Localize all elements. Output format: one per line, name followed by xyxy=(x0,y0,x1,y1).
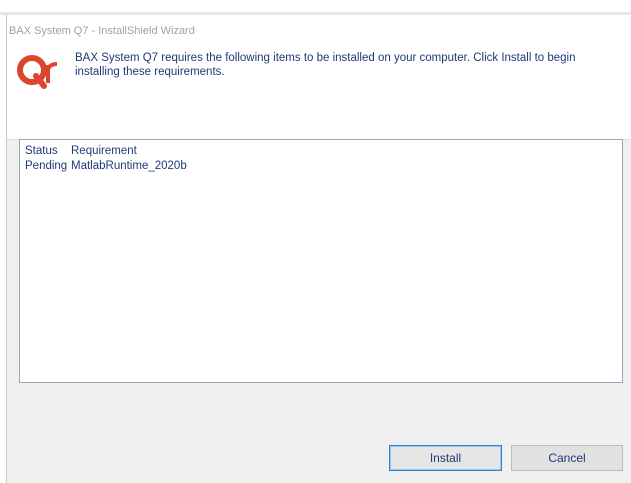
column-header-status: Status xyxy=(25,145,58,157)
requirements-list[interactable]: Status Requirement Pending MatlabRuntime… xyxy=(19,139,623,383)
background-strip xyxy=(0,0,631,12)
column-header-requirement: Requirement xyxy=(71,145,137,157)
item-requirement: MatlabRuntime_2020b xyxy=(71,160,187,172)
installshield-wizard-window: BAX System Q7 - InstallShield Wizard BAX… xyxy=(7,15,631,483)
install-button[interactable]: Install xyxy=(389,445,502,471)
qt-logo-icon xyxy=(17,55,58,89)
title-bar[interactable]: BAX System Q7 - InstallShield Wizard xyxy=(7,15,631,45)
requirements-message: BAX System Q7 requires the following ite… xyxy=(75,52,576,78)
cancel-button[interactable]: Cancel xyxy=(511,445,623,471)
item-status: Pending xyxy=(25,160,68,172)
window-title: BAX System Q7 - InstallShield Wizard xyxy=(9,25,195,37)
